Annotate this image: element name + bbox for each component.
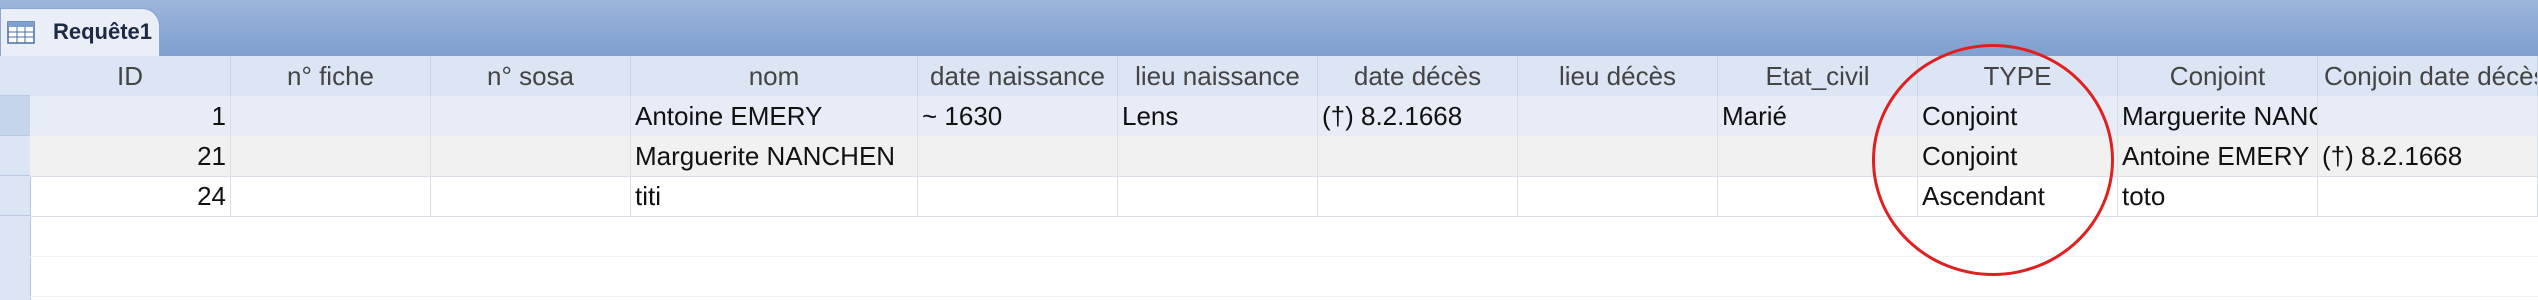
cell-lieu-naissance[interactable] — [1118, 176, 1318, 216]
cell-nom[interactable]: Marguerite NANCHEN — [631, 136, 918, 176]
cell-lieu-deces[interactable] — [1518, 176, 1718, 216]
cell-date-naissance[interactable] — [918, 136, 1118, 176]
cell-conjoint[interactable]: Antoine EMERY — [2118, 136, 2318, 176]
column-header-n-fiche[interactable]: n° fiche — [231, 56, 431, 96]
column-header-date-naissance[interactable]: date naissance — [918, 56, 1118, 96]
cell-n-fiche[interactable] — [231, 176, 431, 216]
record-selector-column — [0, 56, 31, 300]
record-selector[interactable] — [0, 176, 30, 216]
cell-etat-civil[interactable] — [1718, 176, 1918, 216]
column-header-lieu-deces[interactable]: lieu décès — [1518, 56, 1718, 96]
column-header-conjoint-date-deces[interactable]: Conjoin date décès — [2318, 56, 2538, 96]
tab-requete1[interactable]: Requête1 — [0, 8, 160, 56]
cell-etat-civil[interactable]: Marié — [1718, 96, 1918, 136]
cell-n-sosa[interactable] — [431, 176, 631, 216]
cell-lieu-naissance[interactable] — [1118, 136, 1318, 176]
cell-conjoint[interactable]: Marguerite NANCHEN — [2118, 96, 2318, 136]
cell-nom[interactable]: titi — [631, 176, 918, 216]
column-header-type[interactable]: TYPE — [1918, 56, 2118, 96]
cell-conjoint[interactable]: toto — [2118, 176, 2318, 216]
cell-date-deces[interactable] — [1318, 176, 1518, 216]
table-row[interactable]: 1 Antoine EMERY ~ 1630 Lens (†) 8.2.1668… — [30, 96, 2538, 137]
cell-n-fiche[interactable] — [231, 96, 431, 136]
cell-type[interactable]: Conjoint — [1918, 136, 2118, 176]
cell-conjoint-date-deces[interactable] — [2318, 176, 2538, 216]
cell-lieu-deces[interactable] — [1518, 96, 1718, 136]
cell-id[interactable]: 21 — [30, 136, 231, 176]
cell-n-sosa[interactable] — [431, 136, 631, 176]
object-tab-bar: Requête1 — [0, 0, 2538, 57]
cell-conjoint-date-deces[interactable]: (†) 8.2.1668 — [2318, 136, 2538, 176]
table-row[interactable]: 21 Marguerite NANCHEN Conjoint Antoine E… — [30, 136, 2538, 177]
query-table-icon — [7, 19, 35, 45]
cell-nom[interactable]: Antoine EMERY — [631, 96, 918, 136]
empty-row — [30, 216, 2538, 257]
cell-etat-civil[interactable] — [1718, 136, 1918, 176]
cell-lieu-naissance[interactable]: Lens — [1118, 96, 1318, 136]
cell-id[interactable]: 1 — [30, 96, 231, 136]
column-header-n-sosa[interactable]: n° sosa — [431, 56, 631, 96]
cell-id[interactable]: 24 — [30, 176, 231, 216]
cell-n-fiche[interactable] — [231, 136, 431, 176]
cell-conjoint-date-deces[interactable] — [2318, 96, 2538, 136]
column-header-conjoint[interactable]: Conjoint — [2118, 56, 2318, 96]
cell-date-naissance[interactable]: ~ 1630 — [918, 96, 1118, 136]
column-header-row: ID n° fiche n° sosa nom date naissance l… — [30, 56, 2538, 97]
empty-row — [30, 256, 2538, 297]
table-row[interactable]: 24 titi Ascendant toto — [30, 176, 2538, 217]
tab-label: Requête1 — [53, 19, 153, 44]
cell-lieu-deces[interactable] — [1518, 136, 1718, 176]
column-header-lieu-naissance[interactable]: lieu naissance — [1118, 56, 1318, 96]
select-all-corner[interactable] — [0, 56, 30, 96]
column-header-date-deces[interactable]: date décès — [1318, 56, 1518, 96]
record-selector[interactable] — [0, 136, 30, 176]
record-selector[interactable] — [0, 96, 30, 136]
cell-date-naissance[interactable] — [918, 176, 1118, 216]
column-header-nom[interactable]: nom — [631, 56, 918, 96]
cell-n-sosa[interactable] — [431, 96, 631, 136]
cell-date-deces[interactable] — [1318, 136, 1518, 176]
cell-type[interactable]: Conjoint — [1918, 96, 2118, 136]
datasheet-grid: ID n° fiche n° sosa nom date naissance l… — [0, 56, 2538, 300]
column-header-etat-civil[interactable]: Etat_civil — [1718, 56, 1918, 96]
cell-date-deces[interactable]: (†) 8.2.1668 — [1318, 96, 1518, 136]
cell-type[interactable]: Ascendant — [1918, 176, 2118, 216]
column-header-id[interactable]: ID — [30, 56, 231, 96]
